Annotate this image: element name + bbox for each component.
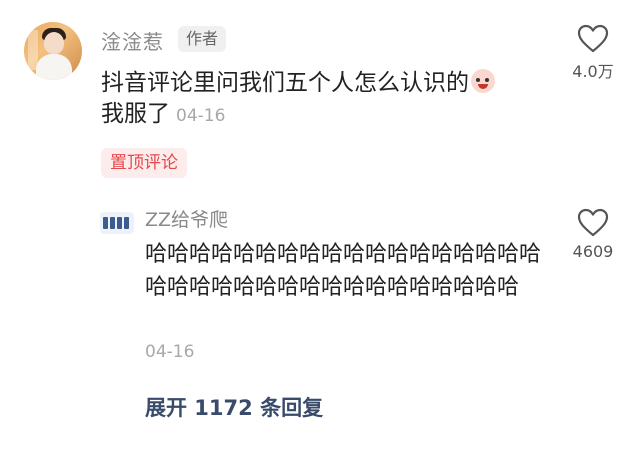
comment-text-line1: 抖音评论里问我们五个人怎么认识的 xyxy=(101,70,469,96)
reply-like-button[interactable]: 4609 xyxy=(565,208,621,261)
crying-face-icon xyxy=(471,69,495,93)
reply-text[interactable]: 哈哈哈哈哈哈哈哈哈哈哈哈哈哈哈哈哈哈哈哈哈哈哈哈哈哈哈哈哈哈哈哈哈哈哈 xyxy=(145,238,545,304)
avatar-body xyxy=(36,54,72,80)
author-badge: 作者 xyxy=(178,26,227,52)
comment-thread: 淦淦惹 作者 抖音评论里问我们五个人怎么认识的 我服了 04-16 4.0万 置顶… xyxy=(0,0,636,452)
comment-text[interactable]: 抖音评论里问我们五个人怎么认识的 我服了 04-16 xyxy=(101,68,541,132)
reply-date: 04-16 xyxy=(145,342,195,362)
reply-avatar[interactable] xyxy=(100,212,134,234)
comment-like-count: 4.0万 xyxy=(572,62,614,81)
pinned-comment-badge: 置顶评论 xyxy=(101,148,187,178)
heart-outline-icon xyxy=(577,24,609,53)
comment-date: 04-16 xyxy=(176,106,226,126)
heart-outline-icon xyxy=(577,208,609,237)
author-avatar[interactable] xyxy=(24,22,82,80)
expand-replies-link[interactable]: 展开 1172 条回复 xyxy=(145,392,323,422)
comment-text-line2: 我服了 xyxy=(101,101,170,127)
author-name[interactable]: 淦淦惹 xyxy=(101,26,164,55)
comment-like-button[interactable]: 4.0万 xyxy=(565,24,621,82)
reply-author-name[interactable]: ZZ给爷爬 xyxy=(145,205,228,232)
avatar-face xyxy=(44,32,64,54)
reply-like-count: 4609 xyxy=(572,242,614,261)
